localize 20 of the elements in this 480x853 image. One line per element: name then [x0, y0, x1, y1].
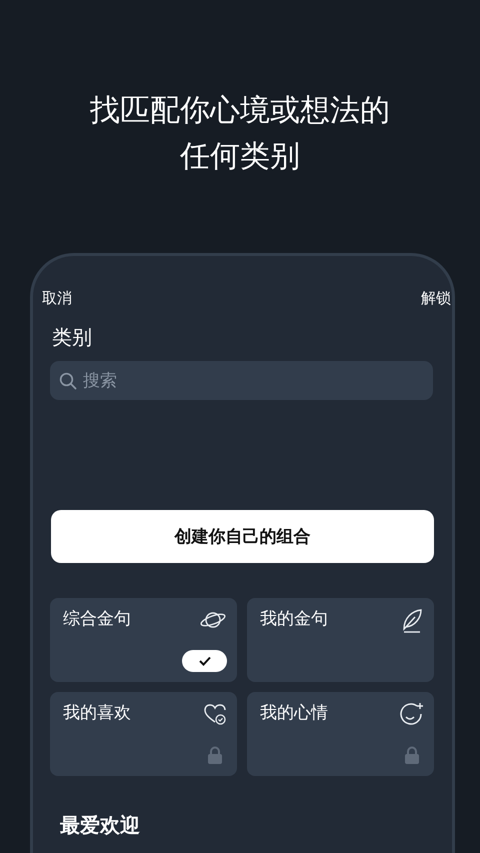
category-card[interactable]: 综合金句	[50, 598, 237, 682]
category-label: 我的喜欢	[63, 702, 131, 724]
heart-check-icon	[203, 702, 227, 726]
category-card[interactable]: 我的金句	[247, 598, 434, 682]
check-toggle[interactable]	[182, 650, 227, 672]
category-label: 我的金句	[260, 608, 328, 630]
check-icon	[198, 656, 210, 666]
create-button[interactable]: 创建你自己的组合	[51, 510, 434, 563]
category-label: 我的心情	[260, 702, 328, 724]
category-label: 综合金句	[63, 608, 131, 630]
cancel-link[interactable]: 取消	[42, 289, 72, 308]
section-title: 类别	[52, 324, 92, 351]
section-title: 最爱欢迎	[60, 812, 140, 839]
category-card[interactable]: 我的喜欢	[50, 692, 237, 776]
category-card[interactable]: 我的心情	[247, 692, 434, 776]
headline: 找匹配你心境或想法的	[90, 92, 390, 130]
headline: 任何类别	[180, 138, 300, 176]
unlock-link[interactable]: 解锁	[421, 289, 451, 308]
search-field[interactable]: 搜索	[50, 361, 433, 400]
smile-plus-icon	[398, 702, 424, 728]
